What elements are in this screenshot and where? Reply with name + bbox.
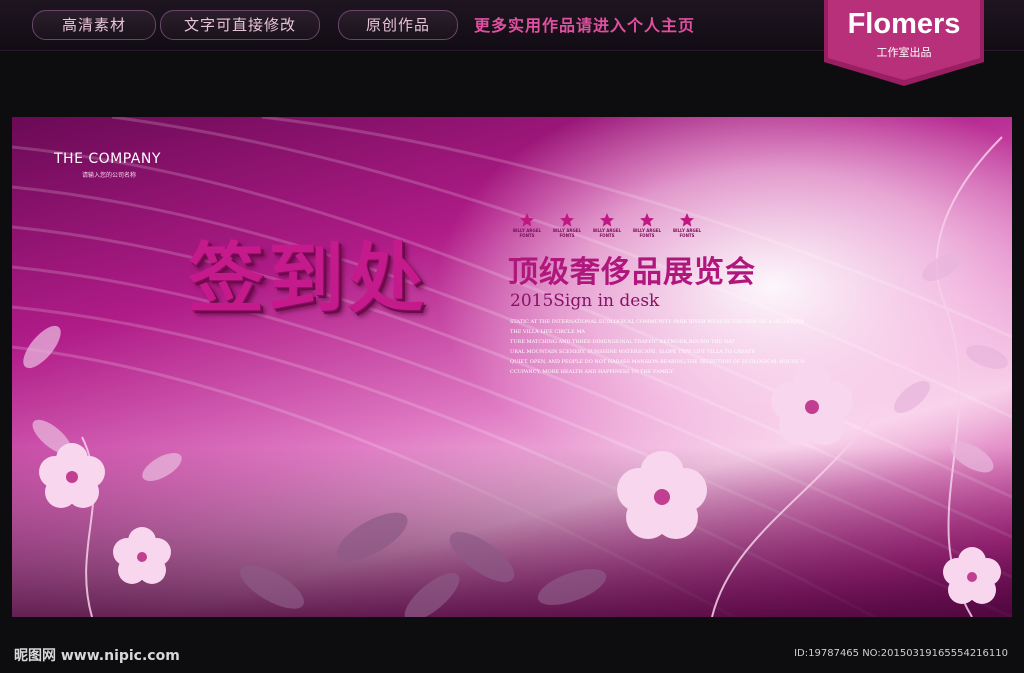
description-line: QUIET, OPEN, AND PEOPLE DO NOT HARASS MA…	[510, 359, 805, 365]
image-id: ID:19787465 NO:20150319165554216110	[794, 648, 1008, 659]
description-line: TURE MATCHING AND THREE-DIMENSIONAL TRAF…	[510, 339, 735, 345]
star-icon	[520, 213, 534, 227]
description-line: STATIC AT THE INTERNATIONAL ECOLOGICAL C…	[510, 319, 805, 325]
company-name: THE COMPANY	[54, 151, 161, 167]
promo-link[interactable]: 更多实用作品请进入个人主页	[474, 12, 695, 36]
company-subtitle: 请输入您的公司名称	[82, 172, 137, 179]
tag-original-work[interactable]: 原创作品	[338, 10, 458, 40]
star-label: BILLY ARGEL FONTS	[552, 228, 582, 238]
description-line: CCUPANCY, MORE HEALTH AND HAPPINESS TO T…	[510, 369, 675, 375]
star-icon	[680, 213, 694, 227]
star-label: BILLY ARGEL FONTS	[672, 228, 702, 238]
tag-hd-material[interactable]: 高清素材	[32, 10, 156, 40]
star-icon	[560, 213, 574, 227]
poster-image: THE COMPANY 请输入您的公司名称 BILLY ARGEL FONTS …	[12, 117, 1012, 617]
description-block: STATIC AT THE INTERNATIONAL ECOLOGICAL C…	[510, 317, 820, 377]
description-line: THE VILLA LIFE CIRCLE MA	[510, 329, 586, 335]
star-icon	[600, 213, 614, 227]
description-line: URAL MOUNTAIN SCENERY, SUNSHINE WATERSCA…	[510, 349, 756, 355]
brand-badge[interactable]: Flomers 工作室出品	[824, 0, 984, 86]
event-subtitle: 顶级奢侈品展览会	[508, 255, 756, 290]
tag-editable-text[interactable]: 文字可直接修改	[160, 10, 320, 40]
star-label: BILLY ARGEL FONTS	[512, 228, 542, 238]
star-decoration: BILLY ARGEL FONTS BILLY ARGEL FONTS BILL…	[508, 213, 718, 241]
star-label: BILLY ARGEL FONTS	[592, 228, 622, 238]
year-line: 2015Sign in desk	[510, 291, 660, 311]
brand-name: Flomers	[847, 8, 961, 40]
main-title: 签到处	[188, 234, 428, 323]
brand-tagline: 工作室出品	[876, 46, 932, 59]
site-watermark[interactable]: 昵图网 www.nipic.com	[14, 645, 180, 665]
star-label: BILLY ARGEL FONTS	[632, 228, 662, 238]
star-icon	[640, 213, 654, 227]
